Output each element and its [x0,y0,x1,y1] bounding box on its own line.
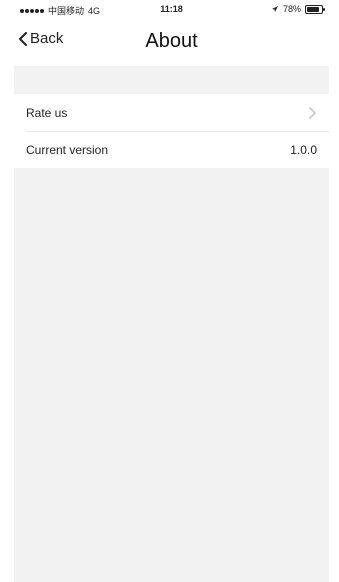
rate-us-label: Rate us [26,105,68,120]
current-version-value: 1.0.0 [290,142,317,157]
page-title: About [145,30,198,52]
status-bar: 中国移动 4G 11:18 78% [14,0,329,22]
chevron-right-icon [309,106,316,119]
battery-fill [307,6,320,12]
top-bar: 中国移动 4G 11:18 78% Back About [14,0,329,66]
battery-icon [305,4,325,14]
rate-us-accessory [307,106,317,119]
location-arrow-icon [271,6,278,12]
rate-us-row[interactable]: Rate us [14,94,329,131]
status-right: 78% [271,4,325,14]
current-version-row: Current version 1.0.0 [14,131,329,168]
settings-list: Rate us Current version 1.0.0 [14,94,329,168]
about-screen: 中国移动 4G 11:18 78% Back About Rate us Cur… [14,0,329,582]
navigation-bar: Back About [14,22,329,66]
battery-percentage: 78% [282,4,301,14]
phone-screen: 中国移动 4G 11:18 78% Back About Rate us Cur… [0,0,339,582]
current-version-label: Current version [26,142,109,157]
